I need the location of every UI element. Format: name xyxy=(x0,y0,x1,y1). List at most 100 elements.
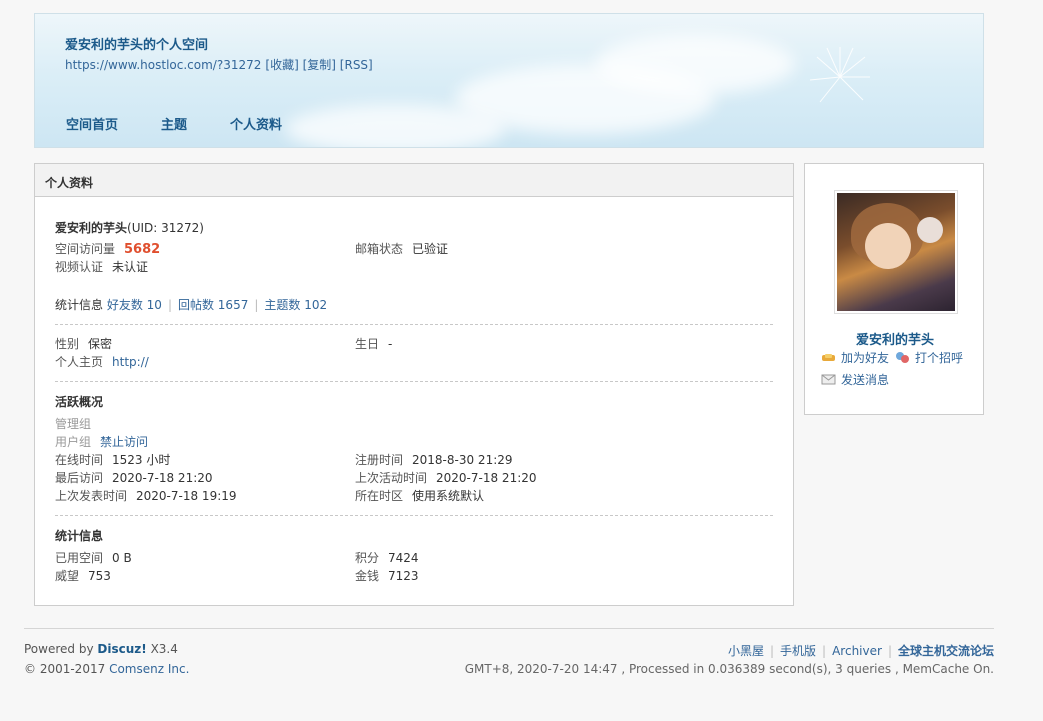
space-nav: 空间首页 主题 个人资料 xyxy=(66,114,325,133)
footer-links: 小黑屋 | 手机版 | Archiver | 全球主机交流论坛 xyxy=(727,644,994,658)
copy-link[interactable]: [复制] xyxy=(303,58,336,72)
last-active-label: 上次活动时间 xyxy=(355,471,428,485)
visits-value: 5682 xyxy=(124,242,161,257)
powered-by-label: Powered by xyxy=(24,642,94,656)
visits-row: 空间访问量 5682 邮箱状态 已验证 xyxy=(55,240,775,258)
last-visit-row: 最后访问 2020-7-18 21:20 上次活动时间 2020-7-18 21:2… xyxy=(55,469,775,487)
stats-links-row: 统计信息 好友数 10 | 回帖数 1657 | 主题数 102 xyxy=(55,298,328,312)
nav-threads[interactable]: 主题 xyxy=(161,114,187,133)
cloud-decoration xyxy=(595,34,795,94)
money-label: 金钱 xyxy=(355,569,380,583)
nav-space-home[interactable]: 空间首页 xyxy=(66,114,118,133)
send-message-button[interactable]: 发送消息 xyxy=(821,371,889,388)
add-friend-label: 加为好友 xyxy=(841,351,890,365)
activity-title: 活跃概况 xyxy=(55,395,104,409)
admin-group-label: 管理组 xyxy=(55,417,92,431)
video-label: 视频认证 xyxy=(55,260,104,274)
footer-link-blacklist[interactable]: 小黑屋 xyxy=(728,644,764,658)
birthday-label: 生日 xyxy=(355,337,380,351)
birthday-value: - xyxy=(388,337,393,351)
greet-label: 打个招呼 xyxy=(915,351,964,365)
money-value: 7123 xyxy=(388,569,419,583)
visits-label: 空间访问量 xyxy=(55,242,116,256)
threads-count-link[interactable]: 主题数 102 xyxy=(264,298,327,312)
gender-value: 保密 xyxy=(88,337,113,351)
send-message-label: 发送消息 xyxy=(841,373,890,387)
video-row: 视频认证 未认证 xyxy=(55,258,775,276)
user-group-link[interactable]: 禁止访问 xyxy=(100,435,148,449)
rss-link[interactable]: [RSS] xyxy=(340,58,373,72)
space-value: 0 B xyxy=(112,551,132,565)
divider xyxy=(55,381,773,382)
last-visit-label: 最后访问 xyxy=(55,471,104,485)
footer-link-forum[interactable]: 全球主机交流论坛 xyxy=(898,644,994,658)
dandelion-icon xyxy=(809,47,870,103)
handshake-icon xyxy=(822,354,835,361)
online-value: 1523 小时 xyxy=(112,453,171,467)
uid: (UID: 31272) xyxy=(127,221,204,235)
email-label: 邮箱状态 xyxy=(355,242,404,256)
add-friend-button[interactable]: 加为好友 xyxy=(821,349,889,366)
powered-by: Powered by Discuz! X3.4 xyxy=(24,642,178,656)
panel-title: 个人资料 xyxy=(35,164,793,197)
copyright-text: © 2001-2017 xyxy=(24,662,106,676)
space-banner: 爱安利的芋头的个人空间 https://www.hostloc.com/?312… xyxy=(34,13,984,148)
greet-icon xyxy=(896,352,909,363)
favorite-link[interactable]: [收藏] xyxy=(265,58,298,72)
register-value: 2018-8-30 21:29 xyxy=(412,453,513,467)
card-username[interactable]: 爱安利的芋头 xyxy=(805,329,985,348)
last-active-value: 2020-7-18 21:20 xyxy=(436,471,537,485)
admin-group-row: 管理组 xyxy=(55,415,775,433)
space-row: 已用空间 0 B 积分 7424 xyxy=(55,549,775,567)
avatar[interactable] xyxy=(834,190,958,314)
points-label: 积分 xyxy=(355,551,380,565)
nav-profile[interactable]: 个人资料 xyxy=(230,114,282,133)
gender-label: 性别 xyxy=(55,337,80,351)
timezone-label: 所在时区 xyxy=(355,489,404,503)
discuz-link[interactable]: Discuz! xyxy=(97,642,146,656)
footer-divider xyxy=(24,628,994,629)
friends-count-link[interactable]: 好友数 10 xyxy=(107,298,162,312)
username-line: 爱安利的芋头(UID: 31272) xyxy=(55,219,204,236)
prestige-label: 威望 xyxy=(55,569,80,583)
prestige-value: 753 xyxy=(88,569,111,583)
greet-button[interactable]: 打个招呼 xyxy=(895,349,963,366)
points-value: 7424 xyxy=(388,551,419,565)
version: X3.4 xyxy=(150,642,178,656)
timezone-value: 使用系统默认 xyxy=(412,489,485,503)
last-post-row: 上次发表时间 2020-7-18 19:19 所在时区 使用系统默认 xyxy=(55,487,775,505)
last-visit-value: 2020-7-18 21:20 xyxy=(112,471,213,485)
online-row: 在线时间 1523 小时 注册时间 2018-8-30 21:29 xyxy=(55,451,775,469)
video-value: 未认证 xyxy=(112,260,149,274)
register-label: 注册时间 xyxy=(355,453,404,467)
space-title[interactable]: 爱安利的芋头的个人空间 xyxy=(65,34,208,53)
user-card: 爱安利的芋头 加为好友 打个招呼 发送消息 xyxy=(804,163,984,415)
gender-row: 性别 保密 生日 - xyxy=(55,335,775,353)
footer-link-mobile[interactable]: 手机版 xyxy=(780,644,816,658)
homepage-label: 个人主页 xyxy=(55,355,104,369)
divider xyxy=(55,324,773,325)
replies-count-link[interactable]: 回帖数 1657 xyxy=(178,298,248,312)
online-label: 在线时间 xyxy=(55,453,104,467)
last-post-label: 上次发表时间 xyxy=(55,489,128,503)
prestige-row: 威望 753 金钱 7123 xyxy=(55,567,775,585)
stats-title: 统计信息 xyxy=(55,529,104,543)
username: 爱安利的芋头 xyxy=(55,221,128,235)
homepage-link[interactable]: http:// xyxy=(112,355,149,369)
envelope-icon xyxy=(821,374,836,385)
user-group-row: 用户组 禁止访问 xyxy=(55,433,775,451)
email-value: 已验证 xyxy=(412,242,449,256)
footer-info: GMT+8, 2020-7-20 14:47 , Processed in 0.… xyxy=(464,662,994,676)
footer-link-archiver[interactable]: Archiver xyxy=(832,644,882,658)
comsenz-link[interactable]: Comsenz Inc. xyxy=(109,662,189,676)
stats-label: 统计信息 xyxy=(55,298,104,312)
user-group-label: 用户组 xyxy=(55,435,92,449)
homepage-row: 个人主页 http:// xyxy=(55,353,775,371)
space-url[interactable]: https://www.hostloc.com/?31272 xyxy=(65,58,261,72)
copyright: © 2001-2017 Comsenz Inc. xyxy=(24,662,189,676)
profile-panel: 个人资料 爱安利的芋头(UID: 31272) 空间访问量 5682 邮箱状态 已验… xyxy=(34,163,794,606)
divider xyxy=(55,515,773,516)
last-post-value: 2020-7-18 19:19 xyxy=(136,489,237,503)
space-url-line: https://www.hostloc.com/?31272 [收藏] [复制] … xyxy=(65,56,373,73)
space-label: 已用空间 xyxy=(55,551,104,565)
